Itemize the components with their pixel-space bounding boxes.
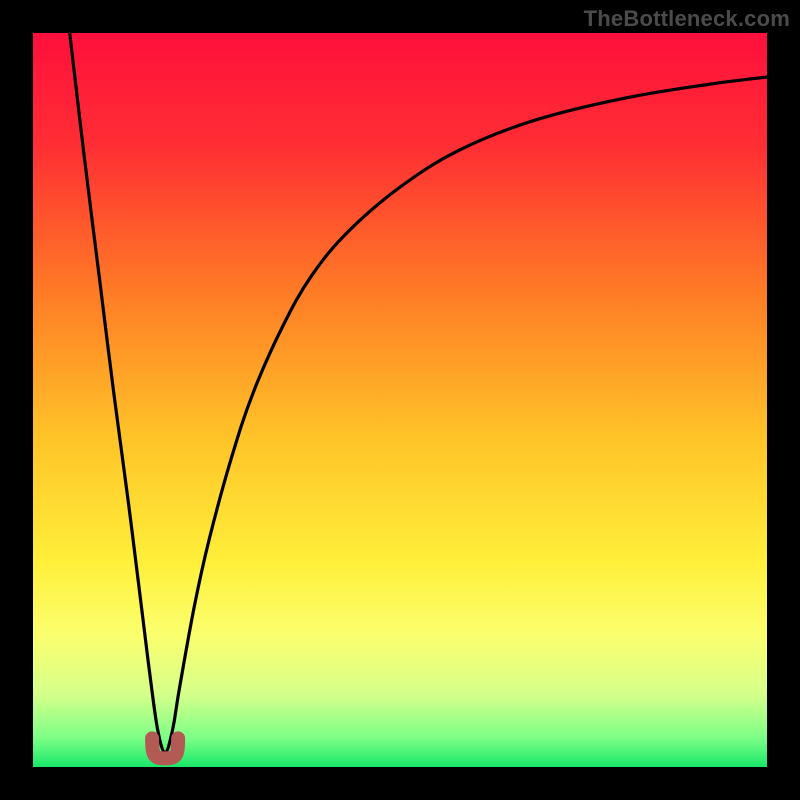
chart-frame: TheBottleneck.com	[0, 0, 800, 800]
gradient-plot-area	[33, 33, 767, 767]
watermark-text: TheBottleneck.com	[584, 6, 790, 32]
bottleneck-chart	[0, 0, 800, 800]
